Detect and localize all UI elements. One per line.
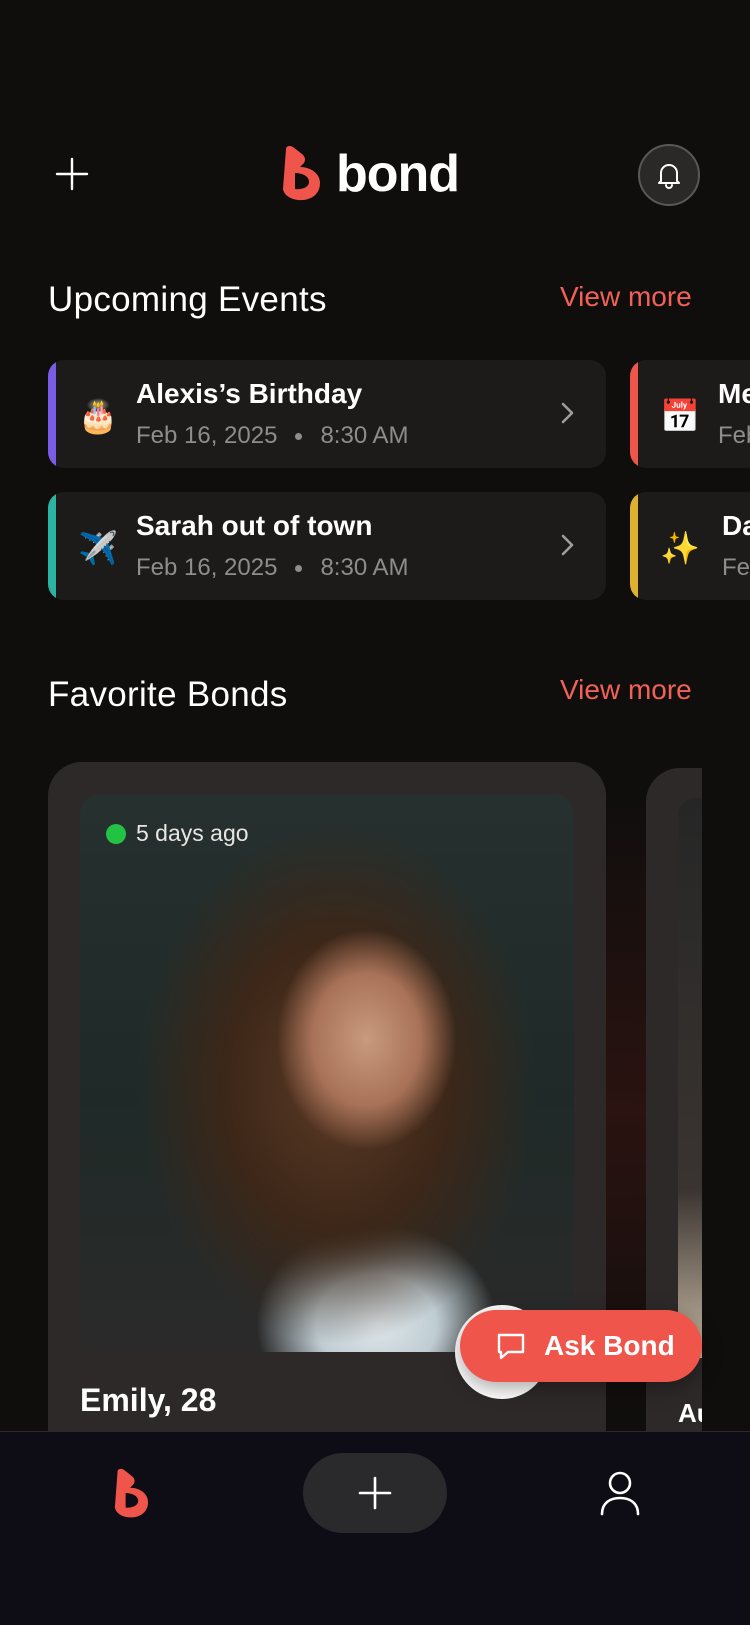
event-title: Sarah out of town (136, 510, 373, 541)
nav-add-button[interactable] (303, 1453, 447, 1533)
separator-dot (295, 432, 303, 440)
event-datetime: Feb 16, 2025 8:30 AM (136, 554, 409, 582)
event-date: Feb 16, 2025 (136, 422, 278, 449)
event-title: Alexis’s Birthday (136, 378, 363, 409)
app-logo: bond (278, 143, 460, 205)
events-view-more-link[interactable]: View more (560, 281, 692, 313)
plus-icon (358, 1476, 392, 1510)
event-color-bar (48, 360, 56, 468)
event-color-bar (630, 492, 638, 600)
favorites-view-more-link[interactable]: View more (560, 674, 692, 706)
user-icon (600, 1471, 640, 1516)
chevron-right-icon (561, 534, 574, 556)
event-time: 8:30 AM (320, 422, 409, 449)
sparkles-icon: ✨ (660, 530, 700, 566)
chat-bubble-icon (497, 1333, 525, 1360)
event-card[interactable]: 🎂 Alexis’s Birthday Feb 16, 2025 8:30 AM (48, 360, 606, 468)
plus-icon (55, 157, 89, 191)
bell-icon (658, 164, 680, 189)
event-date: Fe (722, 554, 750, 581)
online-indicator (106, 823, 126, 844)
event-date: Feb (718, 422, 750, 449)
notifications-button[interactable] (638, 144, 700, 206)
bottom-nav (0, 1431, 750, 1625)
nav-profile-button[interactable] (598, 1470, 642, 1516)
event-title: Me (718, 378, 750, 409)
profile-photo: 5 days ago (80, 794, 574, 1352)
events-section-title: Upcoming Events (48, 280, 327, 319)
event-time: 8:30 AM (320, 554, 409, 581)
bond-name: Emily, 28 (80, 1382, 217, 1418)
calendar-icon: 📅 (660, 398, 700, 434)
bond-logo-icon (114, 1468, 149, 1518)
chevron-right-icon (561, 402, 574, 424)
event-title: Da (722, 510, 750, 541)
event-card[interactable]: ✨ Da Fe (630, 492, 750, 600)
event-card[interactable]: ✈️ Sarah out of town Feb 16, 2025 8:30 A… (48, 492, 606, 600)
bond-logo-icon (283, 145, 320, 201)
add-button[interactable] (48, 150, 96, 198)
birthday-cake-icon: 🎂 (78, 398, 118, 434)
favorites-section-title: Favorite Bonds (48, 675, 288, 714)
profile-photo (678, 798, 702, 1358)
last-active-text: 5 days ago (136, 820, 249, 846)
last-active-status: 5 days ago (106, 820, 249, 847)
app-name: bond (336, 145, 460, 203)
event-color-bar (630, 360, 638, 468)
ask-bond-label: Ask Bond (544, 1330, 675, 1361)
bond-name: Au (678, 1398, 702, 1428)
event-color-bar (48, 492, 56, 600)
nav-home-button[interactable] (108, 1468, 154, 1520)
event-card[interactable]: 📅 Me Feb (630, 360, 750, 468)
separator-dot (295, 564, 303, 572)
event-datetime: Feb 16, 2025 8:30 AM (136, 422, 409, 450)
airplane-icon: ✈️ (78, 530, 118, 566)
event-date: Feb 16, 2025 (136, 554, 278, 581)
ask-bond-button[interactable]: Ask Bond (460, 1310, 702, 1382)
